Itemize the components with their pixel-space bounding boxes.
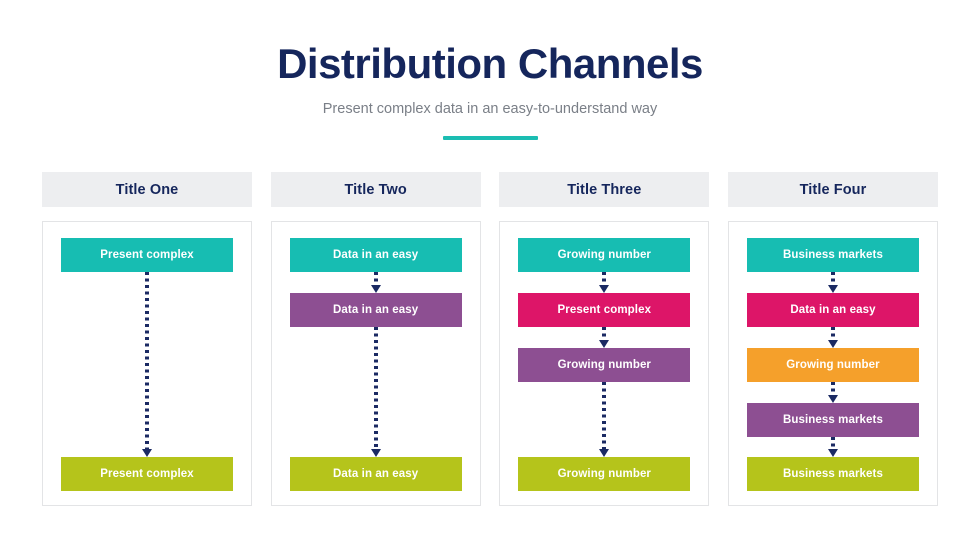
flow-connector-arrow: [599, 382, 610, 457]
arrow-down-icon: [599, 285, 610, 293]
column-header-4[interactable]: Title Four: [727, 172, 938, 207]
flow-column-1: Title One Present complex Present complex: [42, 172, 252, 506]
arrow-down-icon: [370, 449, 381, 457]
flow-node-label: Growing number: [557, 468, 652, 480]
flow-node-label: Business markets: [782, 249, 883, 261]
dotted-line: [602, 382, 607, 450]
flow-node[interactable]: Data in an easy: [289, 238, 462, 272]
flow-node-label: Growing number: [557, 359, 652, 371]
slide-header: Distribution Channels Present complex da…: [0, 0, 980, 140]
flow-column-4: Title Four Business markets Data in an eas…: [727, 172, 938, 506]
column-card-1: Present complex Present complex: [42, 221, 252, 506]
dotted-line: [830, 382, 835, 396]
flow-node[interactable]: Growing number: [746, 348, 919, 382]
column-header-label: Title Two: [344, 181, 407, 198]
flow-connector-arrow: [827, 437, 838, 457]
flow-connector-arrow: [370, 272, 381, 293]
arrow-down-icon: [599, 449, 610, 457]
arrow-down-icon: [827, 340, 838, 348]
flow-node[interactable]: Data in an easy: [289, 457, 462, 491]
dotted-line: [830, 272, 835, 286]
column-header-1[interactable]: Title One: [42, 172, 252, 207]
flow-node[interactable]: Data in an easy: [746, 293, 919, 327]
flow-node-label: Data in an easy: [333, 304, 419, 316]
flow-node[interactable]: Present complex: [61, 238, 233, 272]
dotted-line: [373, 272, 378, 286]
flow-node[interactable]: Business markets: [746, 238, 919, 272]
page-subtitle: Present complex data in an easy-to-under…: [322, 101, 658, 117]
arrow-down-icon: [827, 285, 838, 293]
column-header-2[interactable]: Title Two: [270, 172, 481, 207]
dotted-line: [830, 327, 835, 341]
dotted-line: [145, 272, 149, 450]
slide-root: Distribution Channels Present complex da…: [0, 0, 980, 551]
flow-connector-arrow: [142, 272, 152, 457]
flow-node[interactable]: Growing number: [518, 457, 691, 491]
page-title: Distribution Channels: [277, 40, 703, 87]
flow-connector-arrow: [370, 327, 381, 457]
flow-node-label: Present complex: [557, 304, 652, 316]
flow-connector-arrow: [827, 327, 838, 348]
flow-connector-arrow: [599, 327, 610, 348]
flow-node-label: Data in an easy: [333, 468, 419, 480]
column-header-3[interactable]: Title Three: [499, 172, 710, 207]
flow-node[interactable]: Data in an easy: [289, 293, 462, 327]
flow-node-label: Growing number: [557, 249, 652, 261]
column-card-3: Growing number Present complex Growing num…: [499, 221, 710, 506]
flow-chart-2: Data in an easy Data in an easy Data in an…: [289, 238, 462, 491]
flow-column-2: Title Two Data in an easy Data in an easy D…: [270, 172, 481, 506]
flow-node[interactable]: Present complex: [518, 293, 691, 327]
flow-connector-arrow: [827, 272, 838, 293]
column-header-label: Title Three: [567, 181, 642, 198]
flow-chart-4: Business markets Data in an easy Growing n…: [746, 238, 919, 491]
flow-node[interactable]: Business markets: [746, 457, 919, 491]
arrow-down-icon: [599, 340, 610, 348]
column-header-label: Title Four: [799, 181, 867, 198]
flow-node-label: Business markets: [782, 414, 883, 426]
columns-container: Title One Present complex Present complex T…: [42, 172, 938, 506]
flow-node-label: Business markets: [782, 468, 883, 480]
arrow-down-icon: [827, 449, 838, 457]
dotted-line: [602, 327, 607, 341]
arrow-down-icon: [827, 395, 838, 403]
dotted-line: [602, 272, 607, 286]
flow-node-label: Data in an easy: [333, 249, 419, 261]
dotted-line: [373, 327, 378, 450]
column-card-4: Business markets Data in an easy Growing n…: [727, 221, 938, 506]
flow-node[interactable]: Present complex: [61, 457, 233, 491]
flow-node-label: Growing number: [786, 359, 880, 371]
column-header-label: Title One: [115, 181, 179, 198]
flow-column-3: Title Three Growing number Present complex…: [499, 172, 710, 506]
flow-node[interactable]: Business markets: [746, 403, 919, 437]
flow-node[interactable]: Growing number: [518, 238, 691, 272]
flow-node[interactable]: Growing number: [518, 348, 691, 382]
flow-connector-arrow: [827, 382, 838, 403]
flow-connector-arrow: [599, 272, 610, 293]
flow-node-label: Data in an easy: [790, 304, 876, 316]
flow-node-label: Present complex: [100, 468, 194, 480]
flow-chart-3: Growing number Present complex Growing num…: [518, 238, 691, 491]
flow-node-label: Present complex: [100, 249, 194, 261]
accent-divider: [442, 136, 538, 140]
column-card-2: Data in an easy Data in an easy Data in an…: [270, 221, 481, 506]
arrow-down-icon: [142, 449, 152, 457]
arrow-down-icon: [370, 285, 381, 293]
flow-chart-1: Present complex Present complex: [61, 238, 233, 491]
